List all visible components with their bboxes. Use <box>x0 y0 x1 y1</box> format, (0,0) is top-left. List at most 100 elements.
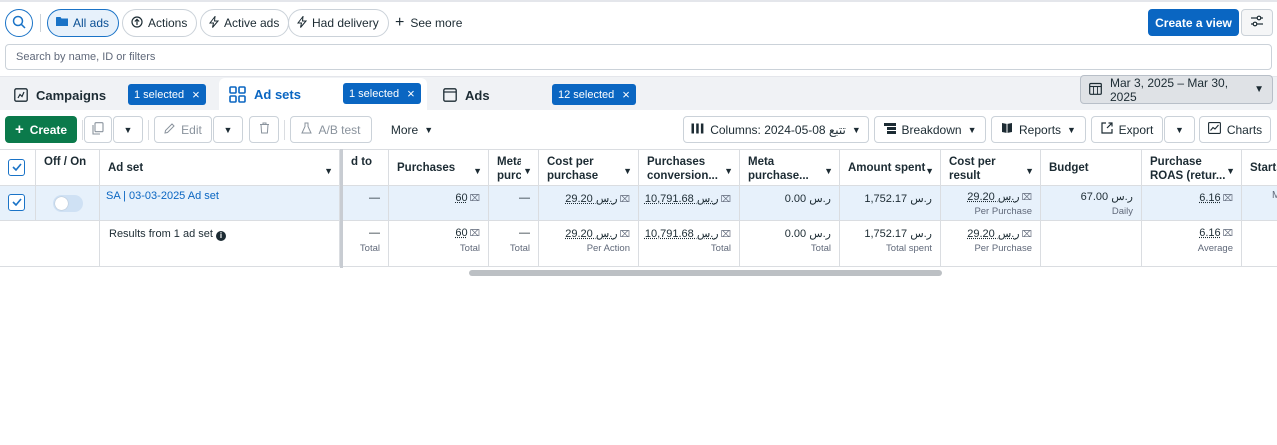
search-input[interactable] <box>5 44 1272 70</box>
tab-adsets[interactable]: Ad sets 1 selected × <box>219 78 427 110</box>
select-all-checkbox[interactable] <box>8 159 25 176</box>
summary-purchases-conv-value[interactable]: 10,791.68 ر.س <box>645 228 719 240</box>
charts-button[interactable]: Charts <box>1199 116 1271 143</box>
summary-roas-value[interactable]: 6.16 <box>1199 227 1220 239</box>
divider <box>40 14 41 32</box>
col-starts[interactable]: Starts <box>1242 149 1277 185</box>
close-icon[interactable]: × <box>622 87 630 102</box>
col-purchases-conversion[interactable]: Purchases conversion... ▼ <box>639 149 740 185</box>
summary-attributed-value: — <box>369 227 380 239</box>
tab-campaigns-label: Campaigns <box>36 87 107 103</box>
create-view-button[interactable]: Create a view <box>1148 9 1239 36</box>
duplicate-dropdown[interactable]: ▼ <box>113 116 143 143</box>
summary-meta-purchase-value: 0.00 ر.س <box>784 228 831 240</box>
campaigns-selected-badge[interactable]: 1 selected × <box>128 84 206 105</box>
caret-down-icon[interactable]: ▼ <box>623 164 632 178</box>
row-purchases-conv: 10,791.68 ر.س ⌧ <box>645 192 731 205</box>
table-row[interactable]: SA | 03-03-2025 Ad set — 60 ⌧ — 29.20 ر.س… <box>0 185 1277 220</box>
breakdown-button[interactable]: Breakdown ▼ <box>874 116 986 143</box>
summary-cost-per-result-value[interactable]: 29.20 ر.س <box>967 228 1019 240</box>
row-budget-cell: 67.00 ر.س Daily <box>1041 186 1142 220</box>
row-purchases-conv-value[interactable]: 10,791.68 ر.س <box>645 193 719 205</box>
caret-down-icon[interactable]: ▼ <box>824 164 833 178</box>
close-icon[interactable]: × <box>192 87 200 102</box>
caret-down-icon[interactable]: ▼ <box>473 164 482 178</box>
col-cost-per-purchase-label: Cost per purchase <box>547 156 599 182</box>
filter-all-ads[interactable]: All ads <box>47 9 120 37</box>
charts-label: Charts <box>1226 122 1263 137</box>
row-checkbox[interactable] <box>8 194 25 211</box>
caret-down-icon[interactable]: ▼ <box>1025 164 1034 178</box>
export-button[interactable]: Export <box>1091 116 1163 143</box>
row-cost-per-purchase-value[interactable]: 29.20 ر.س <box>565 193 617 205</box>
tab-campaigns[interactable]: Campaigns 1 selected × <box>4 80 214 110</box>
create-button[interactable]: + Create <box>5 116 77 143</box>
search-button[interactable] <box>5 9 33 37</box>
columns-button[interactable]: Columns: 2024-05-08 تتبع ▼ <box>683 116 869 143</box>
edit-button[interactable]: Edit <box>154 116 212 143</box>
see-more-button[interactable]: + See more <box>395 9 462 37</box>
compare-icon: ⌧ <box>720 194 731 204</box>
col-budget[interactable]: Budget <box>1041 149 1142 185</box>
tab-adsets-label: Ad sets <box>254 86 301 102</box>
col-purchase-roas-label: Purchase ROAS (retur... <box>1150 156 1226 182</box>
summary-purchases-value[interactable]: 60 <box>455 227 467 239</box>
close-icon[interactable]: × <box>407 86 415 101</box>
reports-button[interactable]: Reports ▼ <box>991 116 1086 143</box>
horizontal-scrollbar[interactable] <box>469 270 942 276</box>
caret-down-icon[interactable]: ▼ <box>1226 164 1235 178</box>
export-label: Export <box>1118 122 1154 137</box>
adsets-selected-badge[interactable]: 1 selected × <box>343 83 421 104</box>
compare-icon: ⌧ <box>1222 193 1233 203</box>
row-roas-cell: 6.16 ⌧ <box>1142 186 1242 220</box>
delete-button[interactable] <box>249 116 279 143</box>
export-dropdown[interactable]: ▼ <box>1164 116 1195 143</box>
caret-down-icon: ▼ <box>967 124 977 135</box>
col-meta-purc-label: Meta purc <box>497 156 521 182</box>
tab-ads[interactable]: Ads 12 selected × <box>433 80 643 110</box>
ads-selected-badge[interactable]: 12 selected × <box>552 84 636 105</box>
caret-down-icon[interactable]: ▼ <box>523 164 532 178</box>
filter-actions-label: Actions <box>148 16 188 30</box>
row-purchases-value[interactable]: 60 <box>455 192 467 204</box>
more-button[interactable]: More ▼ <box>385 116 439 143</box>
caret-down-icon[interactable]: ▼ <box>324 164 333 178</box>
frozen-column-divider <box>340 149 343 268</box>
caret-down-icon[interactable]: ▼ <box>724 164 733 178</box>
info-icon[interactable]: i <box>216 231 226 241</box>
col-purchases[interactable]: Purchases ▼ <box>389 149 489 185</box>
filter-actions[interactable]: Actions <box>122 9 198 37</box>
summary-attributed-cell: — Total <box>343 221 389 266</box>
row-cost-per-result-value[interactable]: 29.20 ر.س <box>967 191 1019 203</box>
filter-active-ads[interactable]: Active ads <box>200 9 290 37</box>
col-offon[interactable]: Off / On <box>36 149 100 185</box>
ab-test-button[interactable]: A/B test <box>290 116 372 143</box>
filter-settings-button[interactable] <box>1241 9 1273 36</box>
col-adset[interactable]: Ad set ▼ <box>100 149 340 185</box>
col-purchase-roas[interactable]: Purchase ROAS (retur... ▼ <box>1142 149 1242 185</box>
adset-toggle[interactable] <box>53 195 83 212</box>
col-cost-per-result[interactable]: Cost per result ▼ <box>941 149 1041 185</box>
summary-cost-per-purchase-value[interactable]: 29.20 ر.س <box>565 228 617 240</box>
caret-down-icon[interactable]: ▼ <box>925 164 934 178</box>
row-budget-value[interactable]: 67.00 ر.س <box>1081 190 1133 203</box>
adsets-selected-label: 1 selected <box>349 87 400 100</box>
duplicate-button[interactable] <box>84 116 112 143</box>
row-meta-purchase-value: 0.00 ر.س <box>784 193 831 205</box>
edit-dropdown[interactable]: ▼ <box>213 116 243 143</box>
summary-purchases-conv-cell: 10,791.68 ر.س ⌧ Total <box>639 221 740 266</box>
col-cost-per-purchase[interactable]: Cost per purchase ▼ <box>539 149 639 185</box>
divider <box>284 120 285 140</box>
divider <box>148 120 149 140</box>
col-meta-purc[interactable]: Meta purc ▼ <box>489 149 539 185</box>
row-roas-value[interactable]: 6.16 <box>1199 192 1220 204</box>
col-attributed[interactable]: d to <box>343 149 389 185</box>
col-amount-spent[interactable]: Amount spent ▼ <box>840 149 941 185</box>
col-meta-purchase[interactable]: Meta purchase... ▼ <box>740 149 840 185</box>
compare-icon: ⌧ <box>720 229 731 239</box>
adset-name-link[interactable]: SA | 03-03-2025 Ad set <box>106 190 219 202</box>
more-label: More <box>390 122 419 137</box>
row-amount-spent-cell: 1,752.17 ر.س <box>840 186 941 220</box>
filter-had-delivery[interactable]: Had delivery <box>288 9 389 37</box>
date-range-picker[interactable]: Mar 3, 2025 – Mar 30, 2025 ▼ <box>1080 75 1273 104</box>
